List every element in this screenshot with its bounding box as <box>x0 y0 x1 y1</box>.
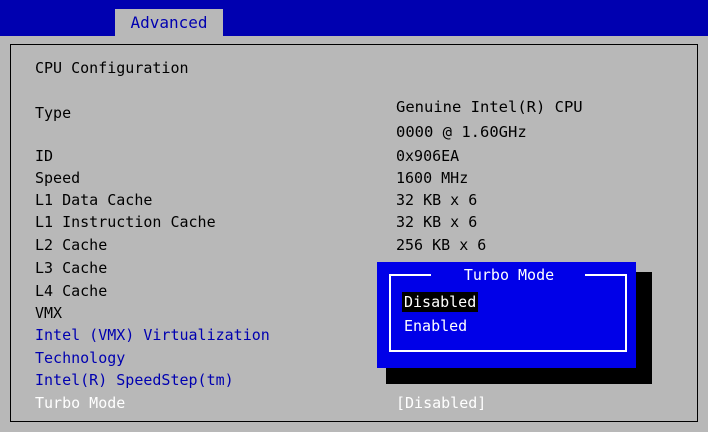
popup-border <box>389 274 391 352</box>
top-menu-bar <box>0 0 708 36</box>
setting-speedstep[interactable]: Intel(R) SpeedStep(tm) <box>35 371 234 389</box>
popup-option-enabled[interactable]: Enabled <box>402 316 469 336</box>
popup-title: Turbo Mode <box>463 266 555 284</box>
popup-option-disabled[interactable]: Disabled <box>402 292 479 312</box>
tab-advanced[interactable]: Advanced <box>115 9 223 36</box>
label-l1-instruction-cache: L1 Instruction Cache <box>35 213 216 231</box>
value-speed: 1600 MHz <box>396 169 469 187</box>
value-type-line2: 0000 @ 1.60GHz <box>396 123 527 141</box>
setting-vmx-virtualization-line2[interactable]: Technology <box>35 349 125 367</box>
setting-turbo-mode[interactable]: Turbo Mode <box>35 394 125 412</box>
label-type: Type <box>35 104 72 122</box>
value-id: 0x906EA <box>396 147 460 165</box>
label-l1-data-cache: L1 Data Cache <box>35 191 153 209</box>
popup-border <box>389 350 627 352</box>
label-id: ID <box>35 147 54 165</box>
popup-border <box>585 274 627 276</box>
value-l2-cache: 256 KB x 6 <box>396 236 487 254</box>
value-l1-data-cache: 32 KB x 6 <box>396 191 478 209</box>
label-l2-cache: L2 Cache <box>35 236 108 254</box>
value-type-line1: Genuine Intel(R) CPU <box>396 98 583 116</box>
section-title: CPU Configuration <box>35 59 189 77</box>
value-l1-instruction-cache: 32 KB x 6 <box>396 213 478 231</box>
setting-vmx-virtualization[interactable]: Intel (VMX) Virtualization <box>35 326 270 344</box>
label-l4-cache: L4 Cache <box>35 282 108 300</box>
label-speed: Speed <box>35 169 81 187</box>
popup-border <box>389 274 431 276</box>
label-vmx: VMX <box>35 304 63 322</box>
popup-border <box>625 274 627 352</box>
value-turbo-mode[interactable]: [Disabled] <box>396 394 486 412</box>
label-l3-cache: L3 Cache <box>35 259 108 277</box>
